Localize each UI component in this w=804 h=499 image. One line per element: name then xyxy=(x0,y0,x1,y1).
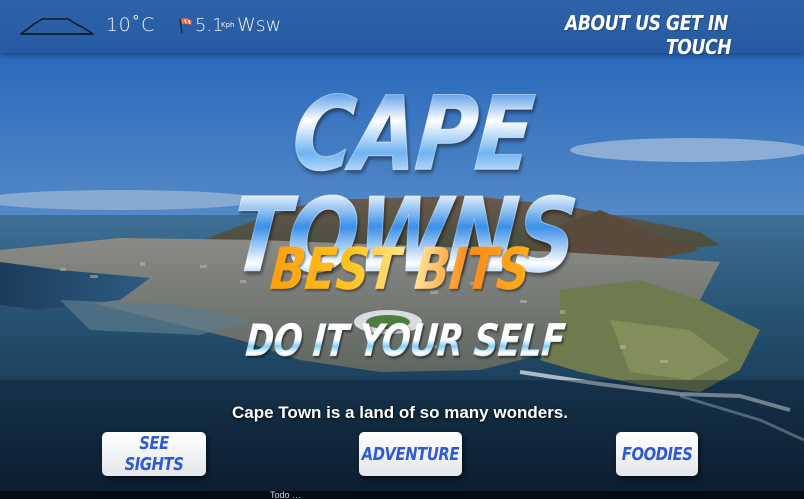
hero-subtitle: BEST BITS xyxy=(262,235,539,303)
foodies-button[interactable]: FOODIES xyxy=(616,432,698,476)
bottom-section-edge xyxy=(0,491,804,499)
hero-tagline: DO IT YOUR SELF xyxy=(243,316,567,367)
table-mountain-icon xyxy=(20,18,94,35)
wind-direction: Wsw xyxy=(237,14,282,36)
wind-icon xyxy=(179,18,192,34)
temperature-readout: 10˚C xyxy=(106,14,155,36)
next-section-heading-peek: Todo … xyxy=(270,491,302,499)
adventure-button[interactable]: ADVENTURE xyxy=(359,432,462,476)
hero-description: Cape Town is a land of so many wonders. xyxy=(232,403,568,422)
wind-speed-unit: Kph xyxy=(221,21,235,29)
adventure-label: ADVENTURE xyxy=(361,443,460,465)
top-header-bar: 10˚C 5.1 Kph Wsw ABOUT US GET IN TOUCH xyxy=(0,0,804,59)
see-sights-label: SEE SIGHTS xyxy=(124,433,184,475)
see-sights-button[interactable]: SEE SIGHTS xyxy=(102,432,206,476)
wind-speed-value: 5.1 xyxy=(195,15,224,36)
nav-about-us[interactable]: ABOUT US xyxy=(565,11,661,35)
foodies-label: FOODIES xyxy=(621,443,693,465)
nav-get-in-touch[interactable]: GET IN TOUCH xyxy=(666,11,785,59)
